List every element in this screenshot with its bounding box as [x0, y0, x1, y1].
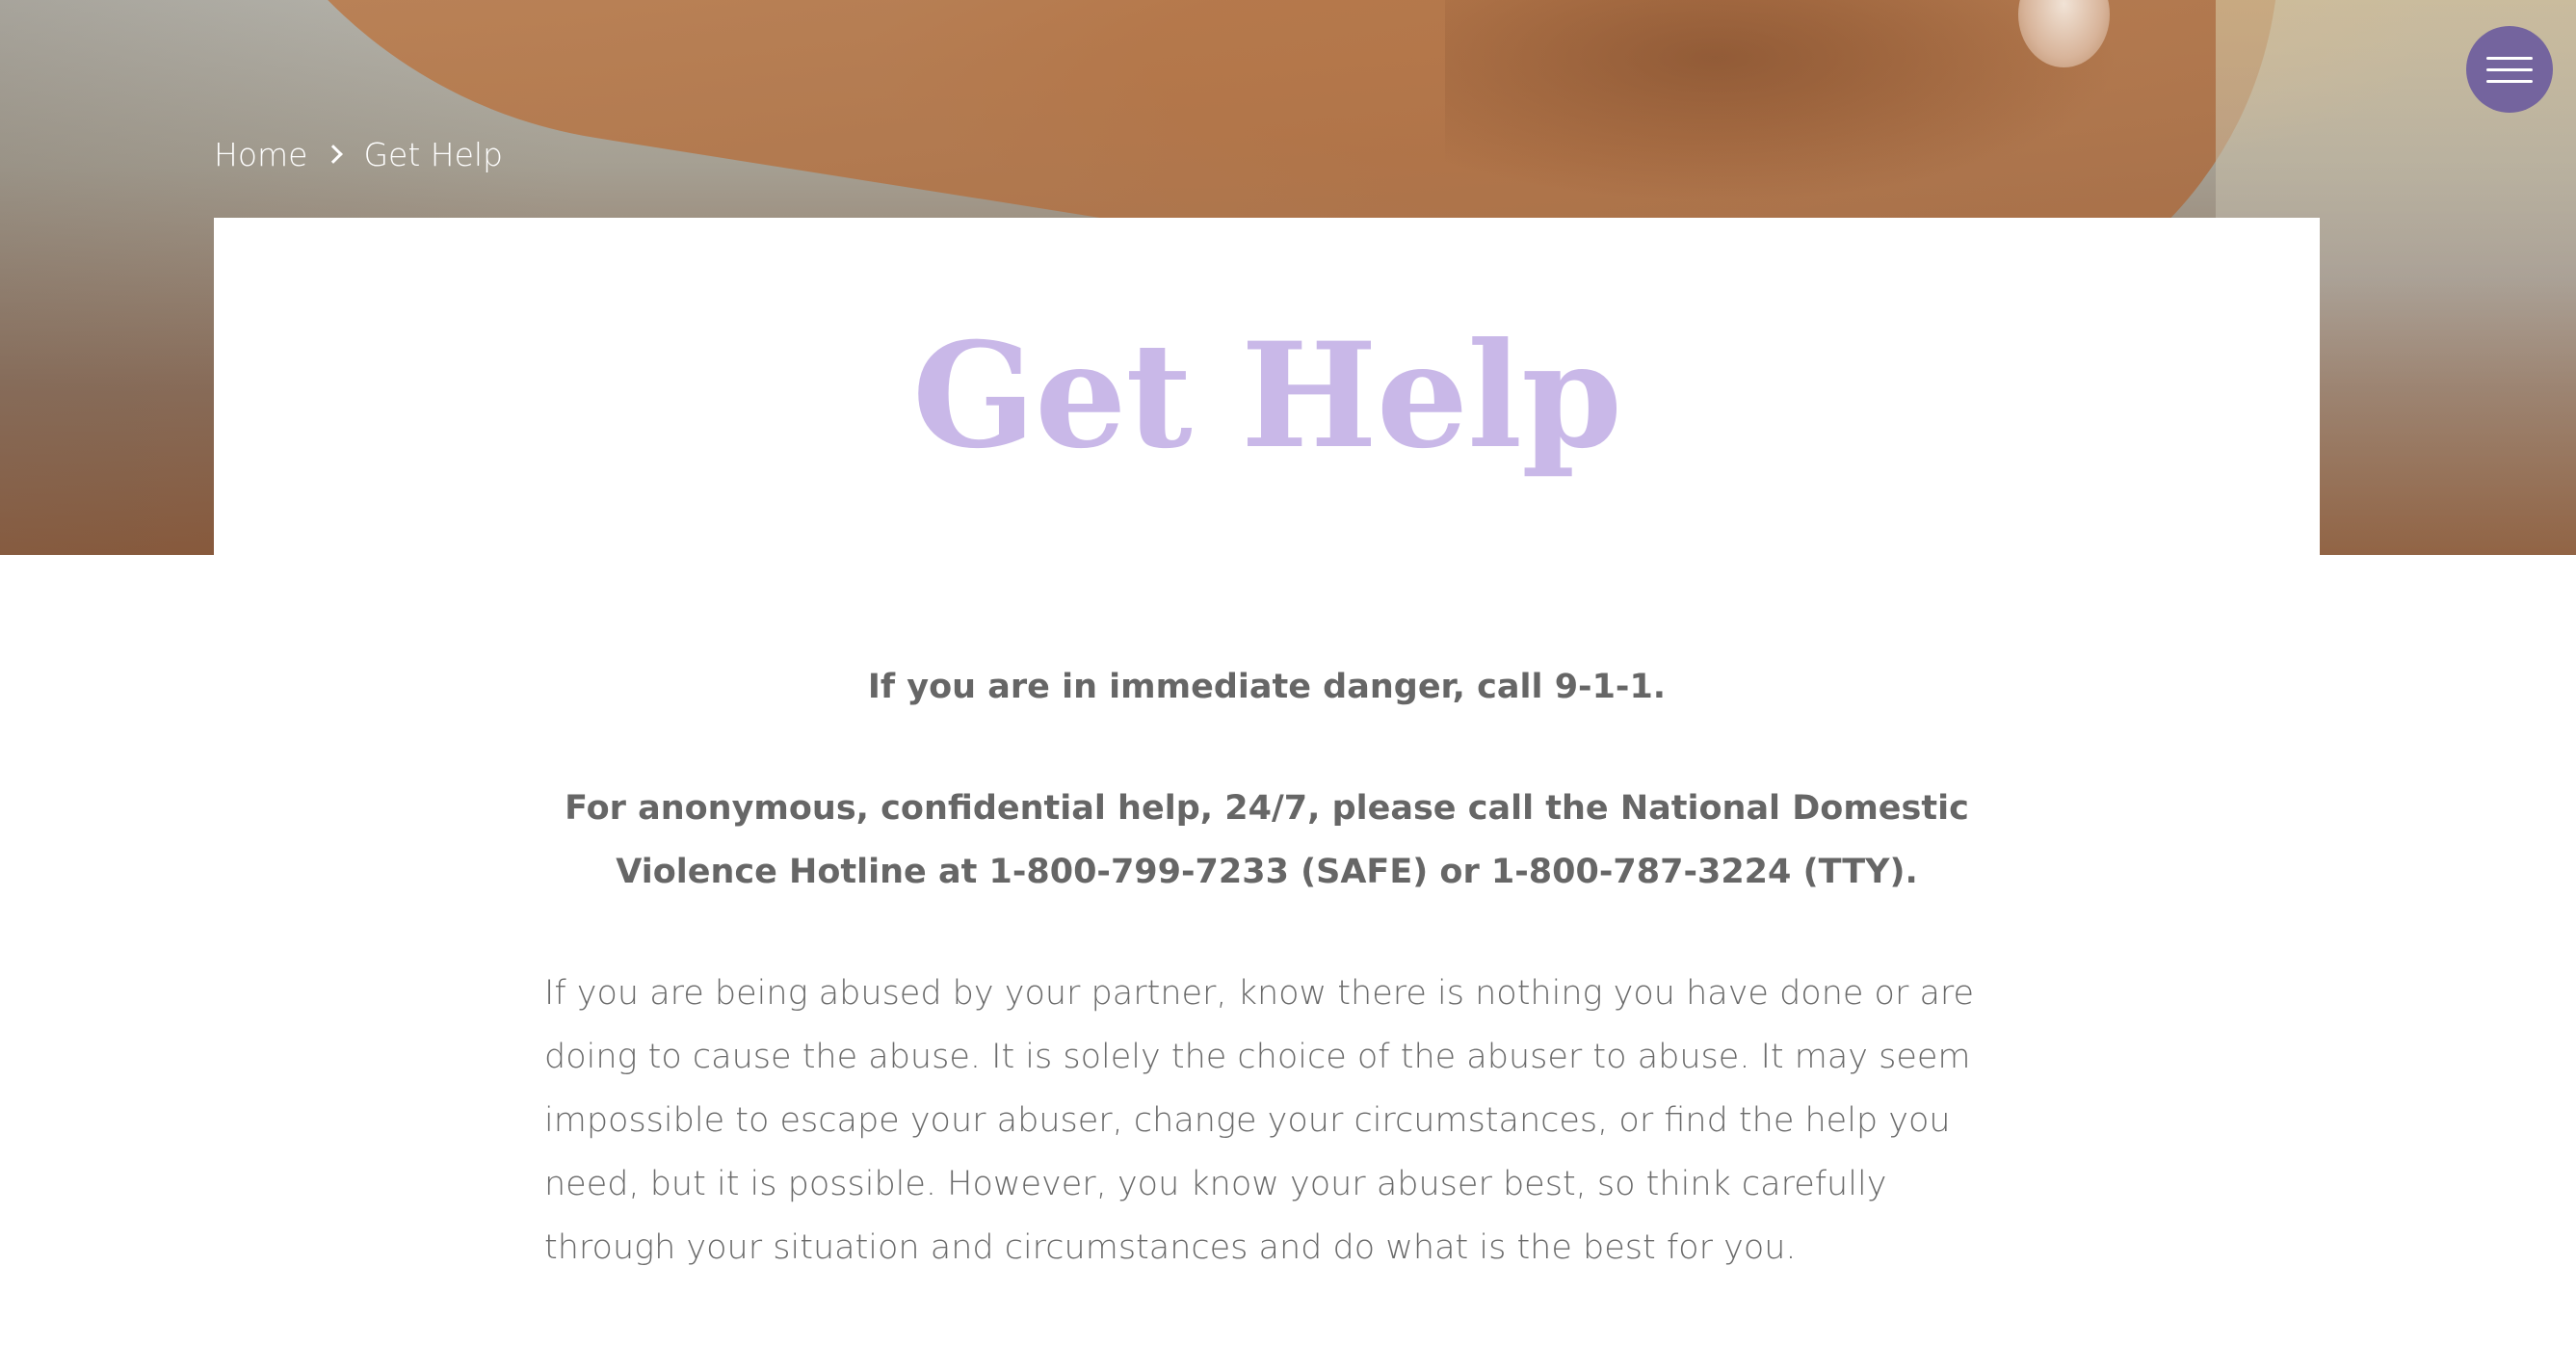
hero-image-shadow	[1445, 0, 2119, 202]
page-title: Get Help	[911, 311, 1622, 481]
intro-paragraph: If you are being abused by your partner,…	[544, 974, 1975, 1267]
hotline-notice: For anonymous, confidential help, 24/7, …	[565, 789, 1969, 891]
breadcrumb: Home Get Help	[214, 133, 503, 175]
breadcrumb-home-link[interactable]: Home	[214, 136, 307, 173]
menu-button[interactable]	[2466, 26, 2553, 113]
hamburger-menu-icon	[2486, 56, 2533, 60]
hamburger-menu-icon-line	[2486, 67, 2533, 71]
hamburger-menu-icon-line	[2486, 79, 2533, 83]
breadcrumb-current: Get Help	[363, 135, 503, 173]
title-card: Get Help	[214, 218, 2320, 565]
danger-notice: If you are in immediate danger, call 9-1…	[867, 668, 1667, 706]
main-content: If you are in immediate danger, call 9-1…	[544, 655, 1989, 1280]
chevron-right-icon	[324, 145, 344, 164]
